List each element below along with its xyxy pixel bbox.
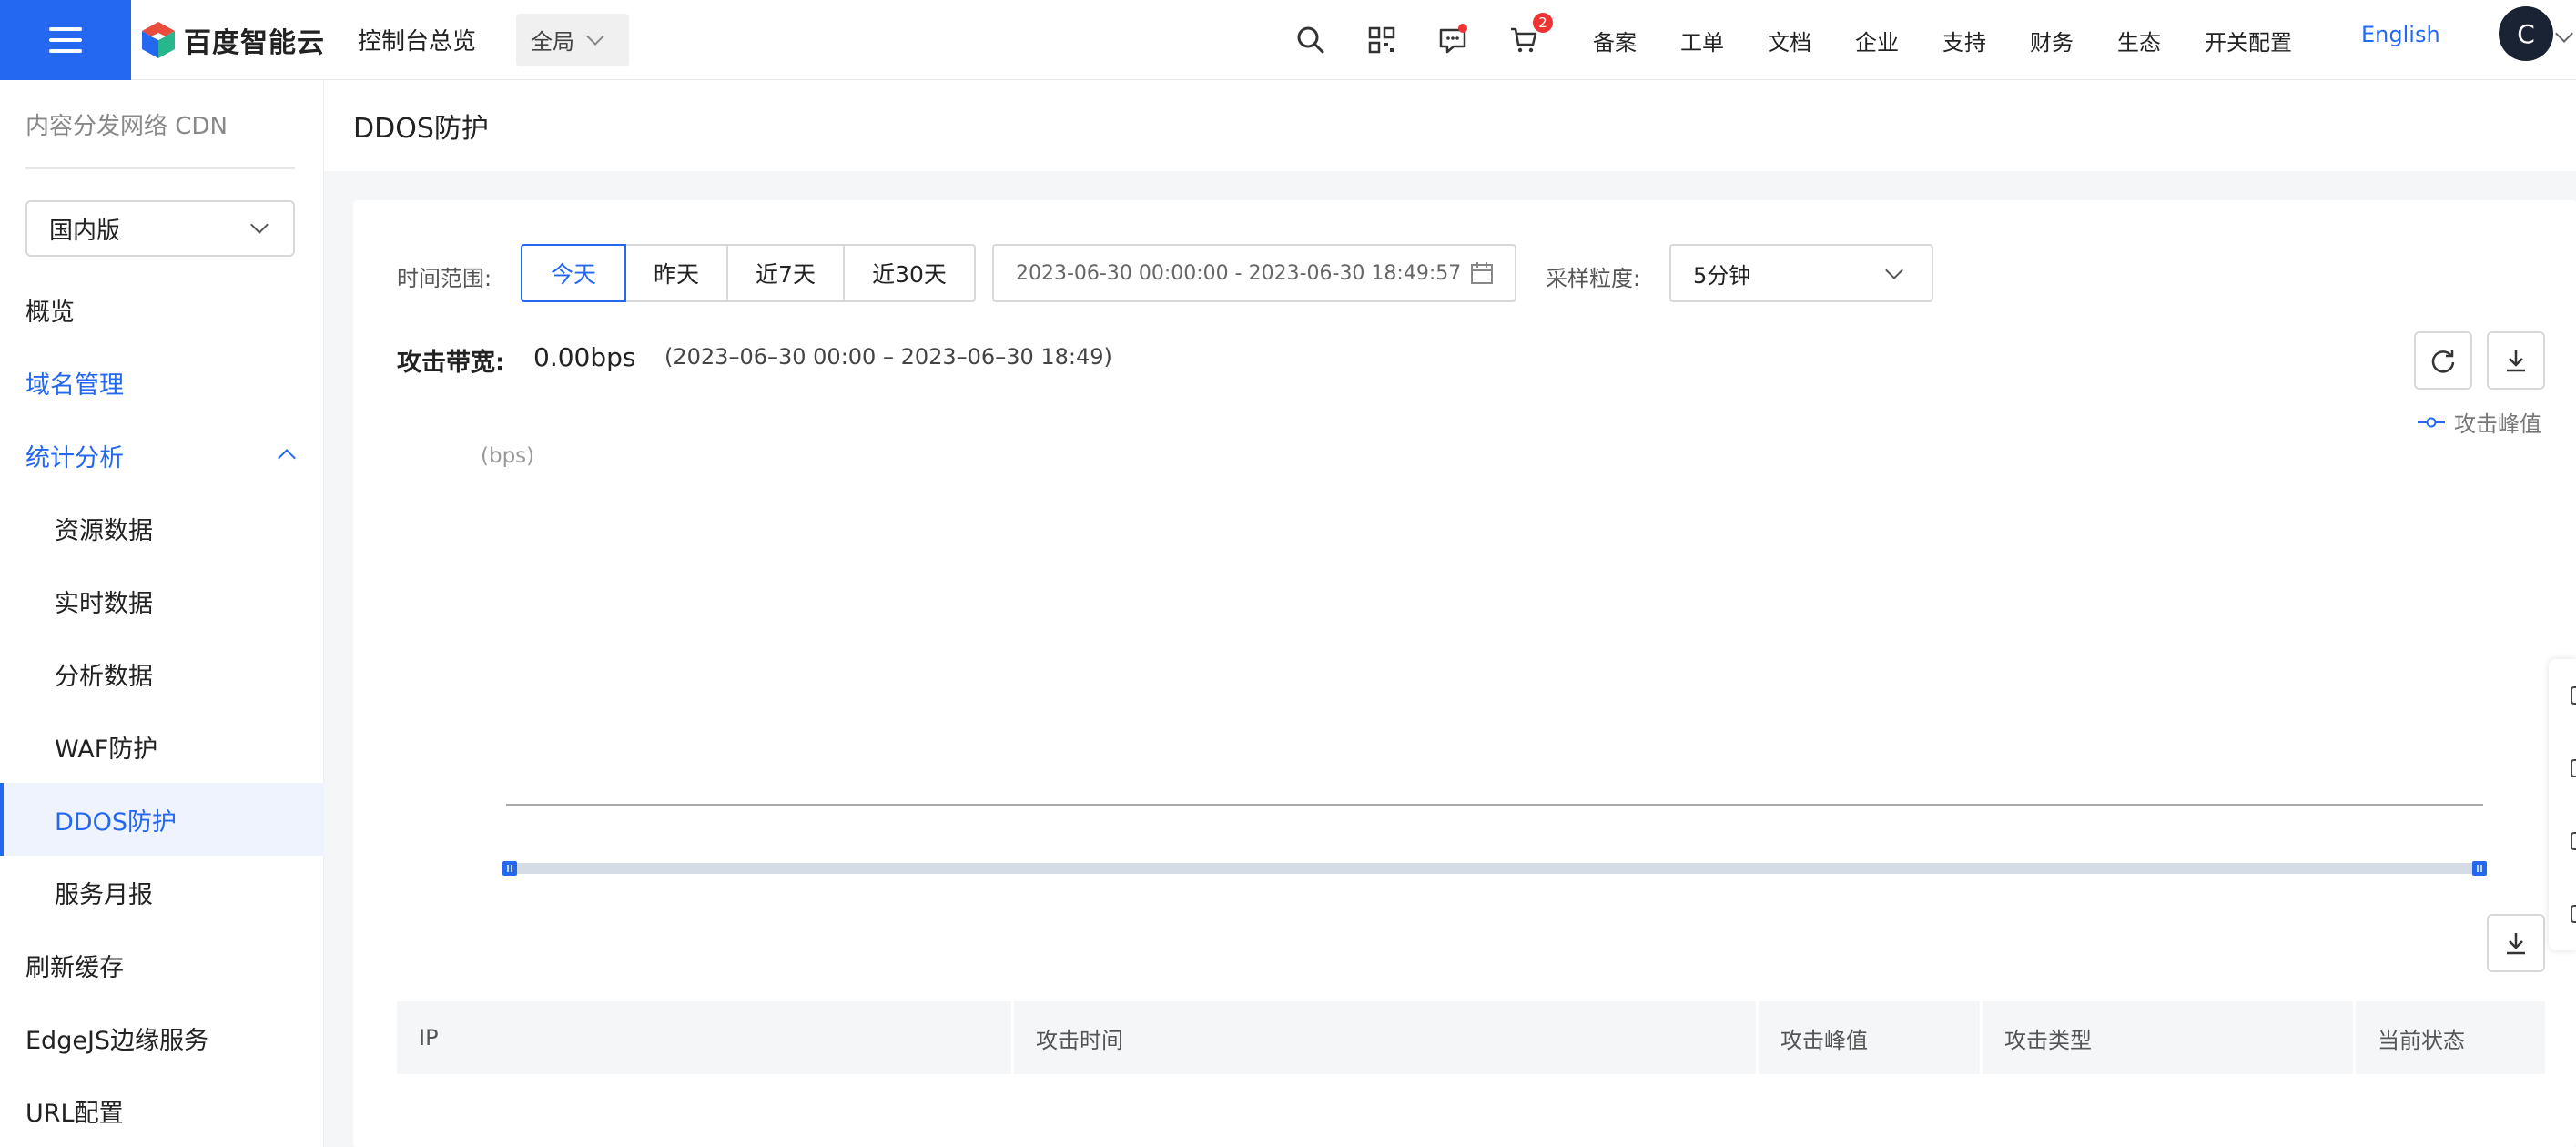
attack-bandwidth-range: (2023–06–30 00:00 – 2023–06–30 18:49) <box>664 344 1112 370</box>
attack-bandwidth-label: 攻击带宽: <box>397 349 505 377</box>
sidebar-item-label: 资源数据 <box>55 516 153 545</box>
cloud-cube-icon <box>142 21 175 58</box>
sidebar-item-refresh-cache[interactable]: 刷新缓存 <box>0 929 324 1001</box>
date-range-picker[interactable]: 2023-06-30 00:00:00 - 2023-06-30 18:49:5… <box>992 244 1516 302</box>
column-header-attack-peak[interactable]: 攻击峰值 <box>1759 1001 1983 1074</box>
message-icon[interactable] <box>1435 22 1471 58</box>
qr-code-icon[interactable] <box>1364 22 1400 58</box>
user-avatar[interactable]: C <box>2499 6 2553 61</box>
date-range-value: 2023-06-30 00:00:00 - 2023-06-30 18:49:5… <box>1016 261 1462 285</box>
zoom-slider-right-handle[interactable] <box>2472 861 2487 876</box>
sidebar-item-edgejs[interactable]: EdgeJS边缘服务 <box>0 1001 324 1074</box>
chevron-up-icon <box>278 449 296 467</box>
sidebar-item-waf[interactable]: WAF防护 <box>0 710 324 783</box>
edition-value: 国内版 <box>49 217 121 245</box>
sidebar-item-domain-management[interactable]: 域名管理 <box>0 346 324 419</box>
region-value: 全局 <box>531 29 575 55</box>
sidebar-item-statistics[interactable]: 统计分析 <box>0 419 324 492</box>
attack-bandwidth-value: 0.00bps <box>533 342 636 372</box>
chevron-down-icon <box>250 216 269 234</box>
cart-count-badge: 2 <box>1533 13 1553 33</box>
page-title: DDOS防护 <box>353 113 489 145</box>
chevron-down-icon <box>1885 261 1903 279</box>
time-range-buttons: 今天 昨天 近7天 近30天 <box>521 244 976 302</box>
attack-bandwidth-chart <box>502 804 2487 876</box>
granularity-select[interactable]: 5分钟 <box>1669 244 1933 302</box>
notification-dot <box>1458 24 1467 33</box>
granularity-value: 5分钟 <box>1693 262 1751 289</box>
nav-link-enterprise[interactable]: 企业 <box>1855 25 1899 56</box>
time-button-yesterday[interactable]: 昨天 <box>624 244 728 302</box>
float-tool-icon[interactable] <box>2571 832 2576 850</box>
column-header-attack-time[interactable]: 攻击时间 <box>1014 1001 1759 1074</box>
sidebar-item-label: 实时数据 <box>55 589 153 618</box>
nav-link-filing[interactable]: 备案 <box>1593 25 1637 56</box>
sidebar-item-monthly-report[interactable]: 服务月报 <box>0 856 324 929</box>
sidebar-divider <box>25 167 295 169</box>
sidebar-item-overview[interactable]: 概览 <box>0 273 324 346</box>
edition-select[interactable]: 国内版 <box>25 200 295 257</box>
nav-link-finance[interactable]: 财务 <box>2030 25 2074 56</box>
column-header-ip[interactable]: IP <box>397 1001 1014 1074</box>
sidebar-item-label: WAF防护 <box>55 735 158 764</box>
sidebar-item-label: 刷新缓存 <box>25 953 124 982</box>
attack-table-header: IP 攻击时间 攻击峰值 攻击类型 当前状态 <box>397 1001 2545 1074</box>
sidebar-item-realtime-data[interactable]: 实时数据 <box>0 564 324 637</box>
sidebar-item-analysis-data[interactable]: 分析数据 <box>0 637 324 710</box>
nav-link-support[interactable]: 支持 <box>1942 25 1986 56</box>
nav-link-switch-config[interactable]: 开关配置 <box>2205 25 2292 56</box>
column-header-status[interactable]: 当前状态 <box>2356 1001 2545 1074</box>
sidebar-item-label: 概览 <box>25 298 75 327</box>
chevron-down-icon[interactable] <box>2555 25 2573 43</box>
console-overview-link[interactable]: 控制台总览 <box>358 23 476 56</box>
sidebar-header: 内容分发网络 CDN <box>25 113 228 140</box>
cart-icon[interactable]: 2 <box>1506 13 1553 58</box>
sidebar: 内容分发网络 CDN 国内版 概览 域名管理 统计分析 资源数据 实时数据 分析… <box>0 80 324 1147</box>
nav-link-ecosystem[interactable]: 生态 <box>2117 25 2161 56</box>
zoom-slider-left-handle[interactable] <box>502 861 517 876</box>
search-icon[interactable] <box>1293 22 1329 58</box>
sidebar-item-ddos[interactable]: DDOS防护 <box>0 783 324 856</box>
sidebar-item-label: EdgeJS边缘服务 <box>25 1026 209 1055</box>
float-tool-icon[interactable] <box>2571 686 2576 705</box>
sidebar-item-label: 域名管理 <box>25 370 124 400</box>
float-tool-icon[interactable] <box>2571 759 2576 777</box>
sidebar-item-label: DDOS防护 <box>55 807 177 837</box>
chevron-down-icon <box>586 26 604 46</box>
sidebar-item-url-config[interactable]: URL配置 <box>0 1074 324 1147</box>
language-switch[interactable]: English <box>2361 22 2440 47</box>
zoom-slider-track[interactable] <box>502 863 2487 874</box>
hamburger-icon <box>49 26 82 53</box>
nav-link-docs[interactable]: 文档 <box>1768 25 1811 56</box>
brand-name: 百度智能云 <box>184 26 325 59</box>
brand-logo[interactable]: 百度智能云 <box>138 0 325 80</box>
region-select[interactable]: 全局 <box>516 13 630 66</box>
hamburger-menu-button[interactable] <box>0 0 131 80</box>
legend-line-marker-icon <box>2418 417 2445 427</box>
refresh-icon <box>2431 350 2455 373</box>
nav-link-ticket[interactable]: 工单 <box>1680 25 1724 56</box>
sidebar-item-label: 服务月报 <box>55 880 153 909</box>
download-icon <box>2507 350 2525 372</box>
sidebar-item-label: 分析数据 <box>55 662 153 691</box>
time-button-last-30-days[interactable]: 近30天 <box>843 244 976 302</box>
time-button-today[interactable]: 今天 <box>521 244 626 302</box>
top-navigation-bar: 百度智能云 控制台总览 全局 2 备案 工单 文档 企业 支持 财务 生态 开关… <box>0 0 2576 80</box>
sidebar-item-label: URL配置 <box>25 1099 124 1128</box>
table-download-button[interactable] <box>2487 914 2545 972</box>
float-tool-icon[interactable] <box>2571 905 2576 923</box>
download-icon <box>2507 933 2525 955</box>
sidebar-item-resource-data[interactable]: 资源数据 <box>0 492 324 564</box>
page-header: DDOS防护 <box>324 80 2576 171</box>
chart-download-button[interactable] <box>2487 331 2545 390</box>
time-button-last-7-days[interactable]: 近7天 <box>726 244 845 302</box>
column-header-attack-type[interactable]: 攻击类型 <box>1983 1001 2356 1074</box>
granularity-label: 采样粒度: <box>1546 266 1641 291</box>
calendar-icon <box>1471 262 1493 284</box>
floating-tool-bar[interactable] <box>2549 659 2576 950</box>
time-range-label: 时间范围: <box>397 266 492 291</box>
refresh-button[interactable] <box>2414 331 2472 390</box>
sidebar-item-label: 统计分析 <box>25 443 124 472</box>
